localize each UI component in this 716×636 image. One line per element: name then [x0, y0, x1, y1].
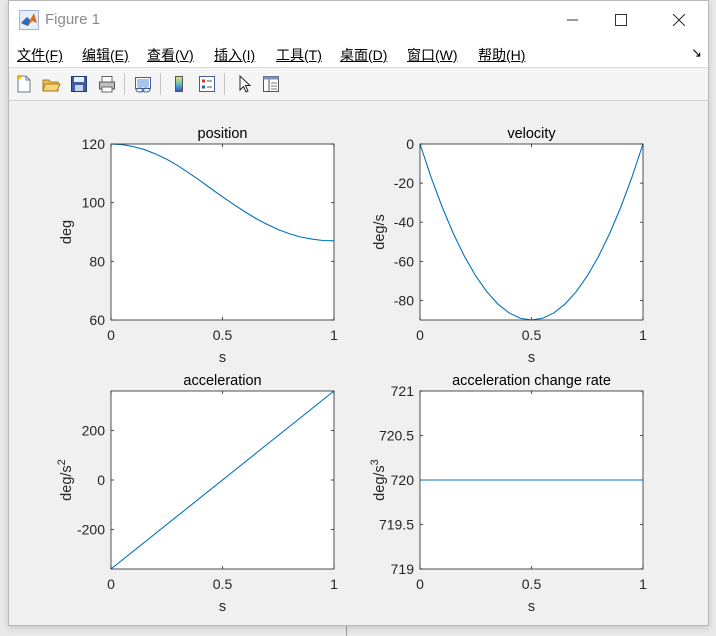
- x-axis-label: s: [219, 350, 226, 366]
- x-tick-label: 0: [107, 576, 115, 592]
- y-tick-label: 60: [89, 312, 105, 328]
- y-tick-label: 719.5: [379, 517, 414, 533]
- axes-title: acceleration change rate: [452, 373, 611, 389]
- figure-toolbar: [9, 68, 708, 101]
- figure-window: Figure 1 文件(F) 编辑(E) 查看(V) 插入(I) 工具(T) 桌…: [8, 0, 709, 626]
- menu-bar: 文件(F) 编辑(E) 查看(V) 插入(I) 工具(T) 桌面(D) 窗口(W…: [9, 39, 708, 68]
- colorbar-icon: [175, 76, 183, 92]
- figure-canvas: 0 0.5 1 60 80 100 120 position s deg 0 0.5 1 -80 -60 -4…: [9, 101, 708, 625]
- close-icon: [673, 14, 685, 26]
- subplot-2[interactable]: 0 0.5 1 -80 -60 -40 -20 0 velocity s deg/s: [372, 126, 647, 366]
- colorbar-button[interactable]: [167, 72, 191, 96]
- x-tick-label: 0: [416, 576, 424, 592]
- title-bar[interactable]: Figure 1: [9, 1, 708, 39]
- y-tick-label: 200: [82, 423, 106, 439]
- x-axis-label: s: [528, 350, 535, 366]
- axes-title: position: [198, 126, 248, 142]
- y-tick-label: 0: [97, 472, 105, 488]
- edit-plot-button[interactable]: [232, 72, 256, 96]
- toolbar-separator: [124, 73, 125, 95]
- x-tick-label: 0.5: [522, 576, 542, 592]
- window-title: Figure 1: [45, 11, 101, 28]
- x-tick-label: 1: [330, 327, 338, 343]
- menu-tools[interactable]: 工具(T): [276, 45, 322, 65]
- print-icon: [99, 76, 115, 93]
- axes-title: velocity: [507, 126, 556, 142]
- menu-insert[interactable]: 插入(I): [214, 45, 255, 65]
- y-tick-label: 0: [406, 136, 414, 152]
- save-icon: [71, 76, 87, 92]
- new-figure-icon: [16, 74, 31, 93]
- y-tick-label: 721: [391, 383, 415, 399]
- menu-file[interactable]: 文件(F): [17, 45, 63, 65]
- x-tick-label: 1: [639, 327, 647, 343]
- open-file-icon: [42, 79, 61, 92]
- y-tick-label: -60: [394, 253, 414, 269]
- y-tick-label: -40: [394, 214, 414, 230]
- new-figure-button[interactable]: [12, 72, 36, 96]
- x-tick-label: 1: [330, 576, 338, 592]
- toolbar-separator: [160, 73, 161, 95]
- axes-background: [111, 144, 334, 320]
- x-tick-label: 0: [416, 327, 424, 343]
- x-tick-label: 0.5: [213, 576, 233, 592]
- y-tick-label: 720.5: [379, 428, 414, 444]
- y-tick-label: 720: [391, 472, 415, 488]
- property-editor-icon: [263, 76, 279, 92]
- menu-help[interactable]: 帮助(H): [478, 45, 525, 65]
- x-axis-label: s: [219, 599, 226, 615]
- toolbar-separator: [224, 73, 225, 95]
- desktop-edge: [346, 626, 347, 636]
- maximize-button[interactable]: [598, 1, 644, 39]
- menu-edit[interactable]: 编辑(E): [82, 45, 129, 65]
- y-axis-label: deg/s3: [369, 459, 388, 501]
- x-tick-label: 1: [639, 576, 647, 592]
- menu-view[interactable]: 查看(V): [147, 45, 194, 65]
- edit-plot-pointer-icon: [239, 74, 252, 93]
- property-editor-button[interactable]: [259, 72, 283, 96]
- y-tick-label: 80: [89, 253, 105, 269]
- y-axis-label: deg: [59, 220, 75, 244]
- minimize-icon: [567, 19, 578, 21]
- y-axis-label-exponent: 2: [56, 459, 68, 465]
- y-axis-label: deg/s: [372, 214, 388, 249]
- y-tick-label: -200: [77, 521, 105, 537]
- axes-background: [420, 144, 643, 320]
- link-plot-icon: [135, 77, 151, 93]
- y-tick-label: 120: [82, 136, 106, 152]
- menu-desktop[interactable]: 桌面(D): [340, 45, 387, 65]
- subplot-4[interactable]: 0 0.5 1 719 719.5 720 720.5 721 acceleration cha…: [369, 373, 647, 615]
- x-tick-label: 0.5: [522, 327, 542, 343]
- legend-icon: [199, 76, 215, 92]
- matlab-logo-icon: [19, 10, 39, 30]
- open-file-button[interactable]: [39, 72, 63, 96]
- link-plot-button[interactable]: [131, 72, 155, 96]
- y-axis-label-exponent: 3: [369, 459, 381, 465]
- maximize-icon: [615, 14, 627, 26]
- close-button[interactable]: [656, 1, 702, 39]
- y-tick-label: 100: [82, 195, 106, 211]
- menu-dock-arrow-icon[interactable]: ↘: [691, 45, 702, 61]
- print-button[interactable]: [95, 72, 119, 96]
- subplot-3[interactable]: 0 0.5 1 -200 0 200 acceleration s deg/s2: [56, 373, 338, 615]
- menu-window[interactable]: 窗口(W): [407, 45, 458, 65]
- axes-title: acceleration: [183, 373, 261, 389]
- save-button[interactable]: [67, 72, 91, 96]
- y-tick-label: -80: [394, 292, 414, 308]
- x-tick-label: 0: [107, 327, 115, 343]
- x-tick-label: 0.5: [213, 327, 233, 343]
- minimize-button[interactable]: [550, 1, 596, 39]
- y-tick-label: -20: [394, 175, 414, 191]
- subplot-1[interactable]: 0 0.5 1 60 80 100 120 position s deg: [59, 126, 338, 366]
- plot-canvas: 0 0.5 16080100120positionsdeg0 0.5 1-80-60-4…: [56, 126, 647, 615]
- x-axis-label: s: [528, 599, 535, 615]
- y-tick-label: 719: [391, 561, 415, 577]
- legend-button[interactable]: [195, 72, 219, 96]
- y-axis-label: deg/s2: [56, 459, 75, 501]
